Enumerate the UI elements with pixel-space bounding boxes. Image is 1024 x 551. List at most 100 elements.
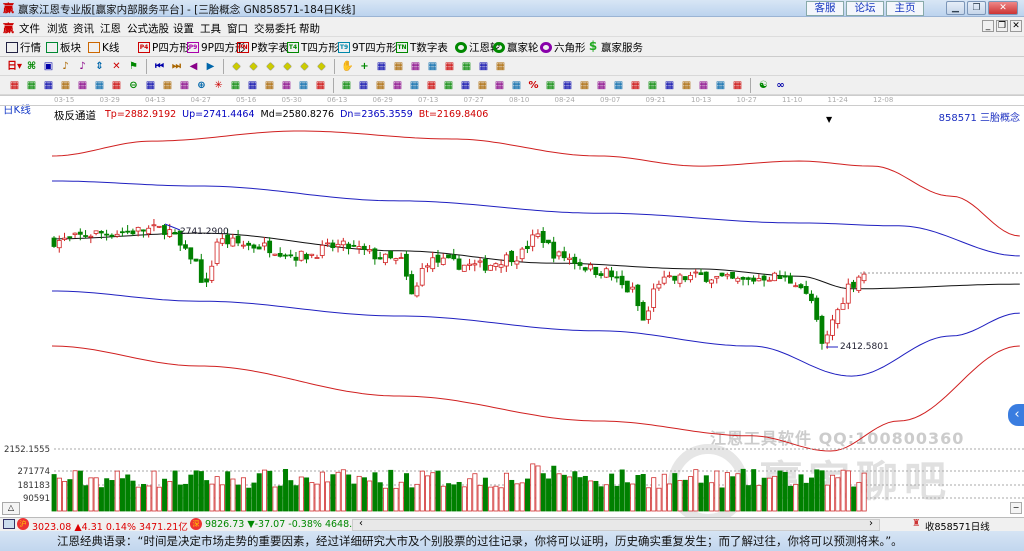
angle-1-icon[interactable]: ▦ xyxy=(644,78,661,93)
next-icon[interactable]: ▶ xyxy=(202,59,219,74)
menu-settings[interactable]: 设置 xyxy=(173,21,194,36)
gold-2-icon[interactable]: ▦ xyxy=(627,78,644,93)
restore-button[interactable]: ❐ xyxy=(967,1,986,15)
taiji-icon[interactable]: ☯ xyxy=(755,78,772,93)
percent-icon[interactable]: % xyxy=(525,78,542,93)
circle-2-icon[interactable]: ▦ xyxy=(559,78,576,93)
menu-file[interactable]: 文件 xyxy=(19,21,40,36)
scroll-right-icon[interactable]: › xyxy=(869,518,873,529)
fan-3-icon[interactable]: ▦ xyxy=(372,78,389,93)
line-1-icon[interactable]: ▦ xyxy=(406,78,423,93)
mdi-restore-button[interactable]: ❐ xyxy=(996,20,1008,32)
gold-icon[interactable]: ▦ xyxy=(576,78,593,93)
grid-4-icon[interactable]: ▦ xyxy=(440,78,457,93)
toolbar-t9-button[interactable]: T9 9T四方形 xyxy=(338,40,397,55)
table-icon[interactable]: ▦ xyxy=(295,78,312,93)
grid-1-icon[interactable]: ▦ xyxy=(23,78,40,93)
menu-gann[interactable]: 江恩 xyxy=(100,21,121,36)
angle-4-icon[interactable]: ▦ xyxy=(695,78,712,93)
bars-1-icon[interactable]: ▦ xyxy=(261,78,278,93)
text-1-icon[interactable]: ▦ xyxy=(491,78,508,93)
fan-icon[interactable]: ▦ xyxy=(244,78,261,93)
homepage-link[interactable]: 主页 xyxy=(886,1,924,16)
toolbar-hexagon-icon-button[interactable]: 六角形 xyxy=(540,40,586,55)
forum-link[interactable]: 论坛 xyxy=(846,1,884,16)
toolbar-dollar-icon-button[interactable]: $ 赢家服务 xyxy=(587,40,643,55)
arc-icon[interactable]: ▦ xyxy=(610,78,627,93)
fan-2-icon[interactable]: ▦ xyxy=(355,78,372,93)
percent-2-icon[interactable]: ▦ xyxy=(542,78,559,93)
toolbar-sector-blocks-icon-button[interactable]: 板块 xyxy=(46,40,81,55)
period-selector-icon[interactable]: 日▾ xyxy=(6,59,23,74)
target-icon[interactable]: ⊕ xyxy=(193,78,210,93)
gann-4-icon[interactable]: ▦ xyxy=(91,78,108,93)
menu-trade[interactable]: 交易委托 xyxy=(254,21,296,36)
grid-5-icon[interactable]: ▦ xyxy=(457,78,474,93)
menu-formula-select[interactable]: 公式选股 xyxy=(127,21,169,36)
line-tool-icon[interactable]: ▦ xyxy=(373,59,390,74)
first-icon[interactable]: ⏮ xyxy=(151,59,168,74)
calculator-icon[interactable]: ▦ xyxy=(441,59,458,74)
diamond-4-icon[interactable]: ◆ xyxy=(279,59,296,74)
side-panel-toggle-icon[interactable]: ‹ xyxy=(1008,404,1024,426)
minimize-button[interactable]: ▁ xyxy=(946,1,965,15)
toolbar-winner-wheel-icon-button[interactable]: 赢家轮 xyxy=(493,40,539,55)
line-2-icon[interactable]: ▦ xyxy=(423,78,440,93)
kline-chart[interactable]: 日K线 03-15 03-29 04-13 04-27 05-16 05-30 06-13 0… xyxy=(0,95,1024,524)
calendar-icon[interactable]: ▦ xyxy=(424,59,441,74)
calculator-icon[interactable] xyxy=(3,519,15,529)
gann-1-icon[interactable]: ▦ xyxy=(40,78,57,93)
prev-icon[interactable]: ◀ xyxy=(185,59,202,74)
range-icon[interactable]: ▦ xyxy=(312,78,329,93)
draw-down-icon[interactable]: ♪ xyxy=(74,59,91,74)
mdi-minimize-button[interactable]: _ xyxy=(982,20,994,32)
grid-6-icon[interactable]: ▦ xyxy=(474,78,491,93)
box-icon[interactable]: ▦ xyxy=(338,78,355,93)
note-icon[interactable]: ▣ xyxy=(40,59,57,74)
diamond-3-icon[interactable]: ◆ xyxy=(262,59,279,74)
gann-2-icon[interactable]: ▦ xyxy=(57,78,74,93)
diamond-6-icon[interactable]: ◆ xyxy=(313,59,330,74)
diamond-1-icon[interactable]: ◆ xyxy=(228,59,245,74)
customer-service-link[interactable]: 客服 xyxy=(806,1,844,16)
toolbar-tn-button[interactable]: TN T数字表 xyxy=(396,40,448,55)
crosshair-icon[interactable]: + xyxy=(356,59,373,74)
grid-2-icon[interactable]: ▦ xyxy=(142,78,159,93)
fan-4-icon[interactable]: ▦ xyxy=(389,78,406,93)
menu-window[interactable]: 窗口 xyxy=(227,21,248,36)
hand-icon[interactable]: ✋ xyxy=(339,59,356,74)
menu-tools[interactable]: 工具 xyxy=(200,21,221,36)
close-button[interactable]: ✕ xyxy=(988,1,1018,15)
grid-3-icon[interactable]: ▦ xyxy=(159,78,176,93)
square-icon[interactable]: ▦ xyxy=(227,78,244,93)
report-icon[interactable]: ▦ xyxy=(458,59,475,74)
flame-icon[interactable]: ▦ xyxy=(593,78,610,93)
text-tool-icon[interactable]: ▦ xyxy=(390,59,407,74)
menu-help[interactable]: 帮助 xyxy=(299,21,320,36)
diamond-2-icon[interactable]: ◆ xyxy=(245,59,262,74)
toolbar-p4-button[interactable]: P4 P四方形 xyxy=(138,40,190,55)
gann-3-icon[interactable]: ▦ xyxy=(74,78,91,93)
infinity-icon[interactable]: ∞ xyxy=(772,78,789,93)
angle-icon[interactable]: ▦ xyxy=(176,78,193,93)
toolbar-pn-button[interactable]: PN P数字表 xyxy=(237,40,289,55)
angle-3-icon[interactable]: ▦ xyxy=(678,78,695,93)
gann-5-icon[interactable]: ▦ xyxy=(108,78,125,93)
flag-icon[interactable]: ⚑ xyxy=(125,59,142,74)
toolbar-t4-button[interactable]: T4 T四方形 xyxy=(287,40,339,55)
collapse-volume-button[interactable]: △ xyxy=(2,502,20,515)
angle-2-icon[interactable]: ▦ xyxy=(661,78,678,93)
mdi-close-button[interactable]: ✕ xyxy=(1010,20,1022,32)
pen-icon[interactable]: ▦ xyxy=(6,78,23,93)
toolbar-quote-grid-icon-button[interactable]: 行情 xyxy=(6,40,41,55)
diamond-5-icon[interactable]: ◆ xyxy=(296,59,313,74)
star-icon[interactable]: ✳ xyxy=(210,78,227,93)
indicator-icon[interactable]: ✕ xyxy=(108,59,125,74)
last-icon[interactable]: ⏭ xyxy=(168,59,185,74)
bars-2-icon[interactable]: ▦ xyxy=(278,78,295,93)
volume-minimize-button[interactable]: − xyxy=(1010,502,1022,514)
menu-browse[interactable]: 浏览 xyxy=(47,21,68,36)
angle-6-icon[interactable]: ▦ xyxy=(729,78,746,93)
circle-icon[interactable]: ⊖ xyxy=(125,78,142,93)
menu-news[interactable]: 资讯 xyxy=(73,21,94,36)
